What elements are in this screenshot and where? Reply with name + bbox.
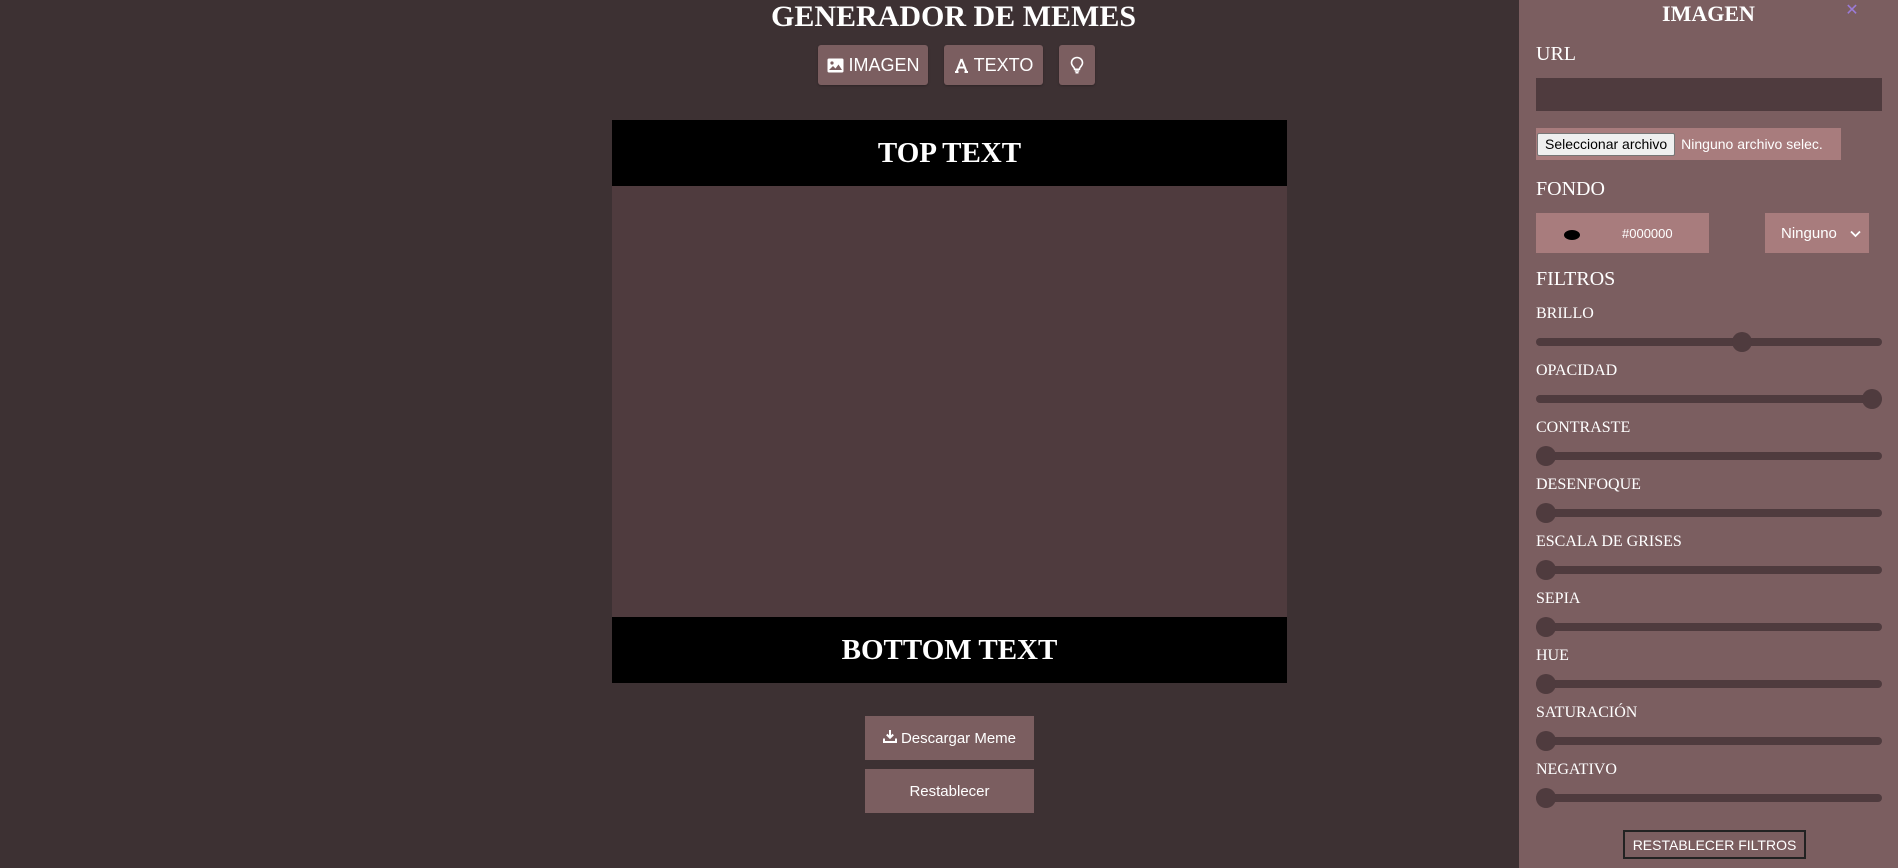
slider-thumb[interactable] xyxy=(1536,788,1556,808)
filter-label: SEPIA xyxy=(1536,590,1581,607)
slider-thumb[interactable] xyxy=(1536,503,1556,523)
file-status: Ninguno archivo selec. xyxy=(1681,136,1823,152)
slider-track xyxy=(1536,395,1882,403)
reset-filters-button[interactable]: RESTABLECER FILTROS xyxy=(1623,830,1806,859)
color-value: #000000 xyxy=(1622,225,1673,241)
download-meme-button[interactable]: Descargar Meme xyxy=(865,716,1034,760)
imagen-button-label: IMAGEN xyxy=(848,54,920,75)
top-nav: IMAGEN TEXTO xyxy=(818,45,1095,85)
download-icon xyxy=(882,729,897,747)
filter-label: SATURACIÓN xyxy=(1536,704,1638,721)
main-area: GENERADOR DE MEMES IMAGEN TEXTO TOP TEXT… xyxy=(0,0,1519,868)
filter-label: NEGATIVO xyxy=(1536,761,1617,778)
download-meme-label: Descargar Meme xyxy=(900,729,1017,747)
fondo-label: FONDO xyxy=(1536,178,1605,200)
filter-label: HUE xyxy=(1536,647,1569,664)
filter-label: BRILLO xyxy=(1536,305,1594,322)
image-icon xyxy=(827,58,844,73)
filter-slider[interactable] xyxy=(1536,616,1882,637)
slider-track xyxy=(1536,794,1882,802)
reset-button[interactable]: Restablecer xyxy=(865,769,1034,813)
select-file-button[interactable]: Seleccionar archivo xyxy=(1537,132,1676,156)
filter-label: ESCALA DE GRISES xyxy=(1536,533,1682,550)
slider-track xyxy=(1536,680,1882,688)
font-icon xyxy=(954,58,969,73)
slider-thumb[interactable] xyxy=(1536,560,1556,580)
slider-track xyxy=(1536,566,1882,574)
slider-thumb[interactable] xyxy=(1536,446,1556,466)
mode-toggle-button[interactable] xyxy=(1059,45,1095,85)
blend-mode-value: Ninguno xyxy=(1781,224,1837,242)
filter-slider[interactable] xyxy=(1536,673,1882,694)
slider-track xyxy=(1536,452,1882,460)
meme-image-area xyxy=(612,186,1287,617)
filter-slider[interactable] xyxy=(1536,331,1882,352)
slider-track xyxy=(1536,737,1882,745)
blend-mode-select[interactable]: Ninguno xyxy=(1765,213,1869,253)
slider-track xyxy=(1536,338,1882,346)
texto-button[interactable]: TEXTO xyxy=(944,45,1043,85)
filter-slider[interactable] xyxy=(1536,502,1882,523)
url-label: URL xyxy=(1536,43,1576,65)
slider-thumb[interactable] xyxy=(1536,731,1556,751)
lightbulb-icon xyxy=(1070,56,1084,74)
color-swatch xyxy=(1564,230,1580,240)
slider-thumb[interactable] xyxy=(1536,674,1556,694)
meme-top-text: TOP TEXT xyxy=(612,120,1287,186)
file-picker[interactable]: Seleccionar archivo Ninguno archivo sele… xyxy=(1536,128,1841,160)
slider-thumb[interactable] xyxy=(1536,617,1556,637)
filtros-label: FILTROS xyxy=(1536,268,1616,290)
filter-slider[interactable] xyxy=(1536,445,1882,466)
slider-track xyxy=(1536,623,1882,631)
filter-label: CONTRASTE xyxy=(1536,419,1631,436)
close-icon[interactable]: ✕ xyxy=(1842,0,1862,20)
filter-slider[interactable] xyxy=(1536,388,1882,409)
slider-track xyxy=(1536,509,1882,517)
url-input[interactable] xyxy=(1536,78,1882,111)
filter-slider[interactable] xyxy=(1536,730,1882,751)
meme-canvas: TOP TEXT BOTTOM TEXT xyxy=(612,120,1287,683)
filter-slider[interactable] xyxy=(1536,787,1882,808)
imagen-button[interactable]: IMAGEN xyxy=(818,45,928,85)
filter-slider[interactable] xyxy=(1536,559,1882,580)
background-color-picker[interactable]: #000000 xyxy=(1536,213,1709,253)
slider-thumb[interactable] xyxy=(1732,332,1752,352)
texto-button-label: TEXTO xyxy=(973,54,1034,75)
meme-bottom-text: BOTTOM TEXT xyxy=(612,617,1287,683)
slider-thumb[interactable] xyxy=(1862,389,1882,409)
filter-label: DESENFOQUE xyxy=(1536,476,1641,493)
chevron-down-icon xyxy=(1850,225,1861,242)
filter-label: OPACIDAD xyxy=(1536,362,1618,379)
